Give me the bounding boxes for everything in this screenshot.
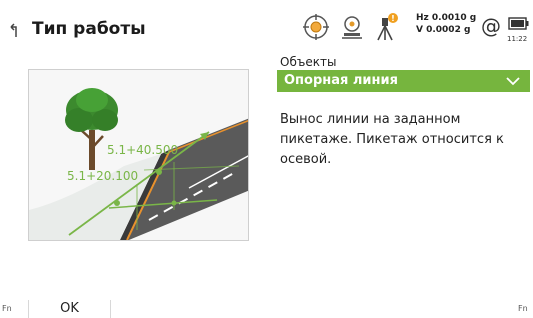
road-diagram: 5.1+40.500 5.1+20.100 [29, 70, 248, 240]
softkey-divider [110, 300, 111, 318]
station-point-upper [156, 169, 162, 175]
target-prism-icon[interactable] [303, 14, 329, 40]
at-icon[interactable]: @ [481, 14, 501, 38]
svg-text:!: ! [391, 14, 395, 23]
chevron-down-icon [506, 77, 520, 86]
fn-left-key[interactable]: Fn [2, 304, 12, 313]
fn-right-key[interactable]: Fn [518, 304, 528, 313]
clock: 11:22 [507, 35, 528, 43]
angle-readout: Hz 0.0010 g V 0.0002 g [416, 12, 476, 36]
objects-label: Объекты [280, 55, 337, 69]
station-point-lower [114, 200, 120, 206]
instrument-warning-icon[interactable]: ! [373, 12, 401, 42]
title-bar: Тип работы ! Hz 0.0010 g V 0.0002 g @ 11… [0, 0, 533, 56]
station-label-top: 5.1+40.500 [107, 143, 178, 157]
v-readout: V 0.0002 g [416, 25, 471, 35]
battery-icon [508, 17, 529, 30]
back-icon[interactable] [5, 22, 23, 40]
work-type-description: Вынос линии на заданном пикетаже. Пикета… [280, 112, 504, 167]
ok-button[interactable]: OK [29, 300, 110, 318]
hz-readout: Hz 0.0010 g [416, 13, 477, 23]
page-title: Тип работы [32, 19, 146, 39]
station-label-bottom: 5.1+20.100 [67, 169, 138, 183]
work-type-illustration: 5.1+40.500 5.1+20.100 [28, 69, 249, 241]
measure-mode-icon[interactable] [340, 14, 364, 40]
objects-dropdown[interactable]: Опорная линия [277, 70, 530, 92]
objects-dropdown-value: Опорная линия [284, 73, 398, 88]
